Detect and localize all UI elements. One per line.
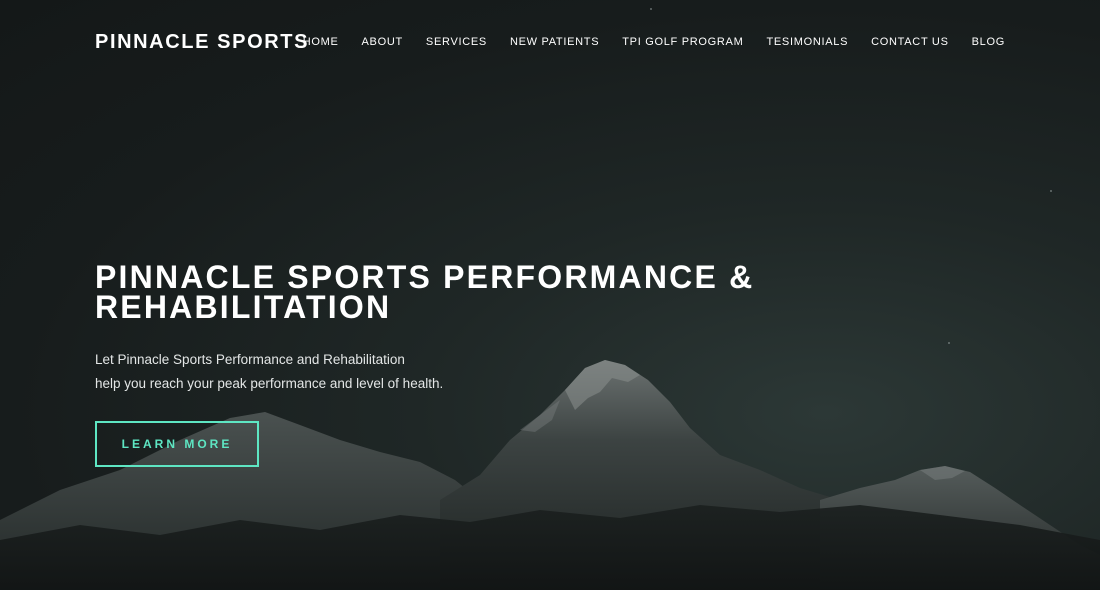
main-menu: HOME ABOUT SERVICES NEW PATIENTS TPI GOL… xyxy=(303,30,1005,54)
nav-item-new-patients[interactable]: NEW PATIENTS xyxy=(510,31,599,53)
star-dot xyxy=(650,8,652,10)
hero-tagline: Let Pinnacle Sports Performance and Reha… xyxy=(95,348,495,396)
hero-content: PINNACLE SPORTS PERFORMANCE & REHABILITA… xyxy=(95,261,815,467)
star-dot xyxy=(1050,190,1052,192)
top-navigation-bar: PINNACLE SPORTS HOME ABOUT SERVICES NEW … xyxy=(95,30,1005,54)
nav-item-tpi-golf-program[interactable]: TPI GOLF PROGRAM xyxy=(622,31,743,53)
nav-item-blog[interactable]: BLOG xyxy=(972,31,1005,53)
site-logo[interactable]: PINNACLE SPORTS xyxy=(95,30,309,54)
hero-headline: PINNACLE SPORTS PERFORMANCE & REHABILITA… xyxy=(95,261,815,325)
learn-more-button[interactable]: LEARN MORE xyxy=(95,421,259,467)
nav-item-home[interactable]: HOME xyxy=(303,31,339,53)
nav-item-testimonials[interactable]: TESIMONIALS xyxy=(766,31,848,53)
nav-item-services[interactable]: SERVICES xyxy=(426,31,487,53)
hero-tagline-line-1: Let Pinnacle Sports Performance and Reha… xyxy=(95,352,405,367)
hero-section: PINNACLE SPORTS HOME ABOUT SERVICES NEW … xyxy=(0,0,1100,590)
nav-item-contact-us[interactable]: CONTACT US xyxy=(871,31,949,53)
hero-headline-line-2: REHABILITATION xyxy=(95,289,392,325)
hero-tagline-line-2: help you reach your peak performance and… xyxy=(95,376,444,391)
star-dot xyxy=(948,342,950,344)
nav-item-about[interactable]: ABOUT xyxy=(362,31,403,53)
